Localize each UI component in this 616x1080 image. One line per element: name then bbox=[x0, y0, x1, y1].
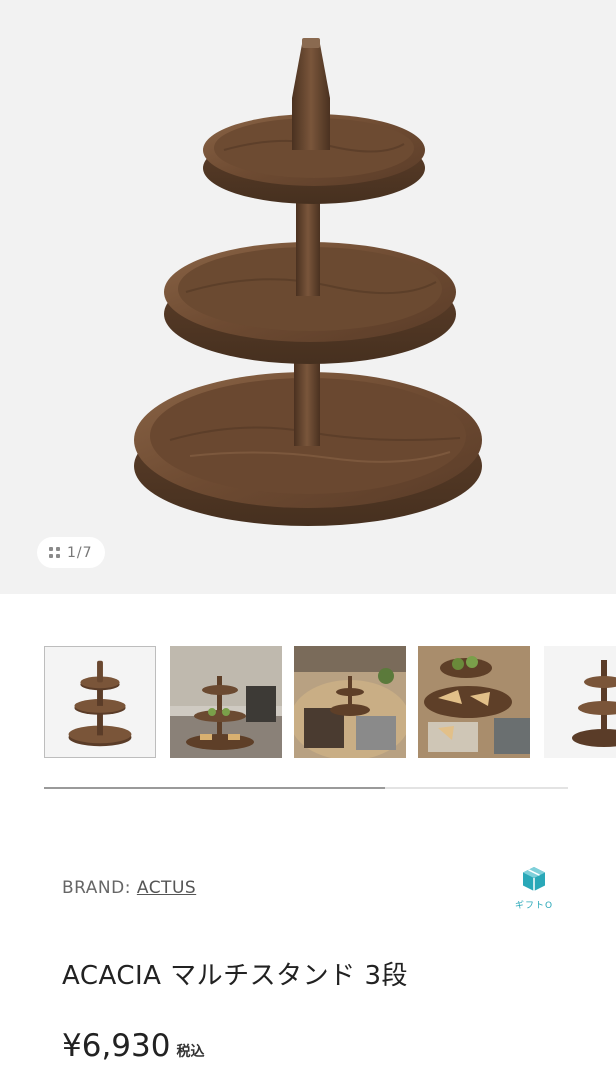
price-row: ¥6,930 税込 bbox=[62, 1028, 204, 1064]
brand-label: BRAND: bbox=[62, 878, 137, 898]
thumbnail-strip[interactable] bbox=[44, 646, 616, 760]
thumbnail-2[interactable] bbox=[170, 646, 282, 758]
thumb-stand-living-room bbox=[170, 646, 282, 758]
thumbnail-3[interactable] bbox=[294, 646, 406, 758]
thumbnail-5[interactable] bbox=[544, 646, 616, 758]
price-amount: ¥6,930 bbox=[62, 1028, 171, 1064]
product-main-image[interactable]: 1/7 bbox=[0, 0, 616, 594]
grid-icon bbox=[49, 547, 60, 558]
thumbnail-1[interactable] bbox=[44, 646, 156, 758]
brand-row: BRAND: ACTUS bbox=[62, 878, 196, 898]
gift-label: ギフトO bbox=[514, 901, 554, 911]
brand-link[interactable]: ACTUS bbox=[137, 878, 196, 898]
image-counter-text: 1/7 bbox=[67, 544, 93, 561]
three-tier-stand-illustration bbox=[134, 38, 482, 526]
gift-box-icon bbox=[523, 867, 545, 891]
thumb-stand-partial bbox=[544, 646, 616, 758]
image-counter-badge[interactable]: 1/7 bbox=[37, 537, 105, 568]
thumbnail-scrollbar[interactable] bbox=[44, 787, 568, 789]
thumb-stand-food-closeup bbox=[418, 646, 530, 758]
thumb-stand-white bbox=[45, 647, 155, 757]
thumb-stand-dining-table bbox=[294, 646, 406, 758]
tax-label: 税込 bbox=[176, 1044, 205, 1060]
product-title: ACACIA マルチスタンド 3段 bbox=[62, 961, 408, 991]
thumbnail-4[interactable] bbox=[418, 646, 530, 758]
thumbnail-scrollbar-thumb[interactable] bbox=[44, 787, 385, 789]
gift-button[interactable]: ギフトO bbox=[510, 866, 558, 911]
